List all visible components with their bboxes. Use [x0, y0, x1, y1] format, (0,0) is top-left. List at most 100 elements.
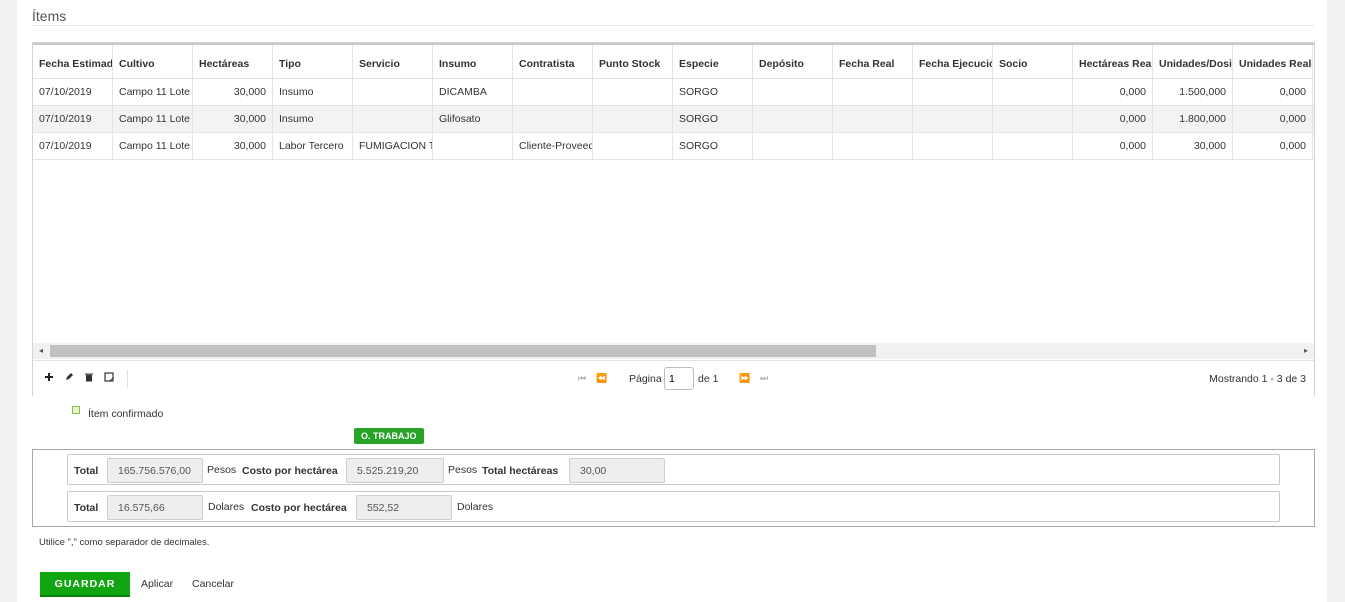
- prev-page-icon[interactable]: ⏪: [596, 373, 607, 384]
- cell-fecha-estimada: 07/10/2019: [33, 133, 113, 159]
- total-pesos-field: 165.756.576,00: [107, 458, 203, 483]
- cell-fecha-ejecucion: [913, 133, 993, 159]
- cell-hectareas: 30,000: [193, 79, 273, 105]
- column-header-socio[interactable]: Socio: [993, 45, 1073, 78]
- column-header-fecha-estimada[interactable]: Fecha Estimada: [33, 45, 113, 78]
- cell-servicio: [353, 79, 433, 105]
- table-row[interactable]: 07/10/2019 Campo 11 Lote 30,000 Insumo G…: [33, 106, 1314, 133]
- note-icon[interactable]: [102, 372, 116, 386]
- cell-unidades-reales: 0,000: [1233, 106, 1313, 132]
- cost-unit: Pesos: [448, 464, 478, 476]
- cell-especie: SORGO: [673, 106, 753, 132]
- cell-hectareas: 30,000: [193, 133, 273, 159]
- column-header-insumo[interactable]: Insumo: [433, 45, 513, 78]
- cell-contratista: Cliente-Proveedor: [513, 133, 593, 159]
- column-header-deposito[interactable]: Depósito: [753, 45, 833, 78]
- cost-unit: Dolares: [457, 501, 494, 513]
- grid-pager: ⏮ ⏪ Página de 1 ⏩ ⏭ Mostrando 1 - 3 de 3: [33, 360, 1314, 396]
- cost-per-ha-pesos-field: 5.525.219,20: [346, 458, 444, 483]
- title-divider: [32, 25, 1314, 26]
- scroll-right-icon[interactable]: ▸: [1298, 343, 1314, 359]
- cell-socio: [993, 133, 1073, 159]
- total-dolares-field: 16.575,66: [107, 495, 203, 520]
- column-header-tipo[interactable]: Tipo: [273, 45, 353, 78]
- table-row[interactable]: 07/10/2019 Campo 11 Lote 30,000 Insumo D…: [33, 79, 1314, 106]
- cell-deposito: [753, 79, 833, 105]
- cell-punto-stock: [593, 133, 673, 159]
- cell-hectareas-reales: 0,000: [1073, 79, 1153, 105]
- cell-especie: SORGO: [673, 133, 753, 159]
- cell-unidades-reales: 0,000: [1233, 133, 1313, 159]
- column-header-unidades-reales[interactable]: Unidades Reales: [1233, 45, 1313, 78]
- totals-box: Total 165.756.576,00 Pesos Costo por hec…: [32, 449, 1315, 527]
- add-icon[interactable]: [42, 372, 56, 386]
- column-header-especie[interactable]: Especie: [673, 45, 753, 78]
- total-unit: Dolares: [208, 501, 245, 513]
- cell-tipo: Insumo: [273, 79, 353, 105]
- cell-insumo: DICAMBA: [433, 79, 513, 105]
- total-hectares-label: Total hectáreas: [482, 465, 559, 477]
- decimal-separator-hint: Utilice "," como separador de decimales.: [39, 537, 210, 548]
- cell-servicio: [353, 106, 433, 132]
- cell-cultivo: Campo 11 Lote: [113, 106, 193, 132]
- cell-especie: SORGO: [673, 79, 753, 105]
- total-hectares-field: 30,00: [569, 458, 665, 483]
- cell-cultivo: Campo 11 Lote: [113, 79, 193, 105]
- column-header-fecha-real[interactable]: Fecha Real: [833, 45, 913, 78]
- cell-tipo: Labor Tercero: [273, 133, 353, 159]
- cell-punto-stock: [593, 79, 673, 105]
- total-unit: Pesos: [207, 464, 237, 476]
- cell-socio: [993, 106, 1073, 132]
- total-label: Total: [74, 502, 99, 514]
- column-header-contratista[interactable]: Contratista: [513, 45, 593, 78]
- apply-button[interactable]: Aplicar: [141, 578, 173, 590]
- page-number-input[interactable]: [664, 367, 694, 390]
- cost-per-ha-label: Costo por hectárea: [242, 465, 338, 477]
- grid-header: Fecha Estimada Cultivo Hectáreas Tipo Se…: [33, 43, 1314, 79]
- column-header-hectareas-reales[interactable]: Hectáreas Reales: [1073, 45, 1153, 78]
- cell-unidades-reales: 0,000: [1233, 79, 1313, 105]
- confirmed-legend-label: Ítem confirmado: [88, 408, 164, 420]
- cell-punto-stock: [593, 106, 673, 132]
- section-title: Ítems: [32, 8, 67, 24]
- column-header-punto-stock[interactable]: Punto Stock: [593, 45, 673, 78]
- page-total-label: de 1: [698, 373, 719, 385]
- cell-socio: [993, 79, 1073, 105]
- first-page-icon[interactable]: ⏮: [578, 373, 586, 384]
- cell-fecha-real: [833, 106, 913, 132]
- cell-unidades-dosis: 1.800,000: [1153, 106, 1233, 132]
- column-header-unidades-dosis[interactable]: Unidades/Dosis: [1153, 45, 1233, 78]
- work-order-badge[interactable]: O. TRABAJO: [354, 428, 424, 444]
- next-page-icon[interactable]: ⏩: [739, 373, 750, 384]
- cell-contratista: [513, 79, 593, 105]
- cancel-button[interactable]: Cancelar: [192, 578, 234, 590]
- cell-hectareas: 30,000: [193, 106, 273, 132]
- cell-hectareas-reales: 0,000: [1073, 106, 1153, 132]
- cell-fecha-estimada: 07/10/2019: [33, 79, 113, 105]
- cell-deposito: [753, 133, 833, 159]
- trash-icon[interactable]: [82, 372, 96, 386]
- cell-hectareas-reales: 0,000: [1073, 133, 1153, 159]
- column-header-cultivo[interactable]: Cultivo: [113, 45, 193, 78]
- records-info: Mostrando 1 - 3 de 3: [1209, 373, 1306, 385]
- scrollbar-thumb[interactable]: [50, 345, 876, 357]
- confirmed-legend-swatch: [72, 406, 80, 414]
- cell-fecha-estimada: 07/10/2019: [33, 106, 113, 132]
- cell-insumo: [433, 133, 513, 159]
- items-grid: Fecha Estimada Cultivo Hectáreas Tipo Se…: [32, 42, 1315, 396]
- pencil-icon[interactable]: [62, 372, 76, 386]
- cost-per-ha-dolares-field: 552,52: [356, 495, 452, 520]
- page-label: Página: [629, 373, 662, 385]
- table-row[interactable]: 07/10/2019 Campo 11 Lote 30,000 Labor Te…: [33, 133, 1314, 160]
- column-header-hectareas[interactable]: Hectáreas: [193, 45, 273, 78]
- cell-cultivo: Campo 11 Lote: [113, 133, 193, 159]
- cell-tipo: Insumo: [273, 106, 353, 132]
- save-button[interactable]: GUARDAR: [40, 572, 130, 597]
- scroll-left-icon[interactable]: ◂: [33, 343, 49, 359]
- cell-fecha-real: [833, 79, 913, 105]
- total-label: Total: [74, 465, 99, 477]
- column-header-fecha-ejecucion[interactable]: Fecha Ejecución: [913, 45, 993, 78]
- column-header-servicio[interactable]: Servicio: [353, 45, 433, 78]
- horizontal-scrollbar[interactable]: ◂ ▸: [33, 343, 1314, 359]
- last-page-icon[interactable]: ⏭: [760, 373, 768, 384]
